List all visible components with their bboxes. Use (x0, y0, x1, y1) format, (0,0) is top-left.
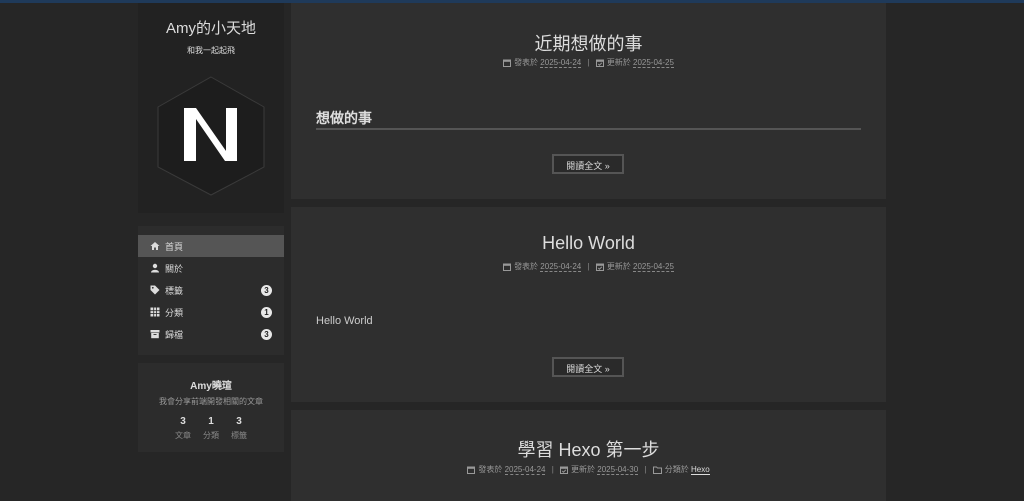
post-title[interactable]: 學習 Hexo 第一步 (291, 436, 886, 462)
tags-count-badge: 3 (261, 285, 272, 296)
posted-label: 發表於 (514, 262, 539, 271)
site-logo (154, 75, 268, 202)
posted-label: 發表於 (514, 58, 539, 67)
sidebar-item-archives[interactable]: 歸檔 3 (138, 323, 284, 345)
read-more-button[interactable]: 閱讀全文 » (552, 357, 624, 377)
post-excerpt: Hello World (316, 315, 373, 327)
author-card: Amy曉瑄 我會分享前端開發相關的文章 3 文章 1 分類 3 標籤 (138, 363, 284, 452)
calendar-icon (503, 59, 512, 67)
tags-icon (150, 285, 160, 295)
archives-count-badge: 3 (261, 329, 272, 340)
stat-label: 文章 (175, 431, 191, 440)
sidebar-item-home[interactable]: 首頁 (138, 235, 284, 257)
meta-separator: | (587, 58, 590, 67)
sidebar-item-label: 歸檔 (165, 329, 184, 340)
posted-date[interactable]: 2025-04-24 (540, 262, 582, 272)
user-icon (151, 263, 159, 273)
categories-count-badge: 1 (261, 307, 272, 318)
post-card: 學習 Hexo 第一步 發表於 2025-04-24 | 更新於 2025-04… (291, 410, 886, 501)
site-stats: 3 文章 1 分類 3 標籤 (138, 416, 284, 441)
post-card: 近期想做的事 發表於 2025-04-24 | 更新於 2025-04-25 想… (291, 3, 886, 199)
archive-icon (150, 330, 160, 339)
site-subtitle: 和我一起起飛 (187, 46, 235, 55)
meta-separator: | (587, 262, 590, 271)
stat-number: 3 (180, 416, 186, 427)
read-more-button[interactable]: 閱讀全文 » (552, 154, 624, 174)
stat-posts[interactable]: 3 文章 (169, 416, 197, 441)
post-title[interactable]: Hello World (291, 233, 886, 254)
heading-divider (316, 128, 861, 130)
site-brand: Amy的小天地 和我一起起飛 (138, 3, 284, 213)
site-title[interactable]: Amy的小天地 (138, 17, 284, 38)
stat-categories[interactable]: 1 分類 (197, 416, 225, 441)
calendar-check-icon (595, 59, 604, 67)
post-meta: 發表於 2025-04-24 | 更新於 2025-04-25 (291, 57, 886, 68)
posted-label: 發表於 (478, 465, 503, 474)
home-icon (150, 242, 160, 250)
stat-tags[interactable]: 3 標籤 (225, 416, 253, 441)
stat-number: 1 (208, 416, 214, 427)
post-title[interactable]: 近期想做的事 (291, 30, 886, 56)
calendar-icon (467, 466, 476, 474)
sidebar-item-categories[interactable]: 分類 1 (138, 301, 284, 323)
sidebar-item-label: 標籤 (165, 285, 184, 296)
sidebar-item-tags[interactable]: 標籤 3 (138, 279, 284, 301)
calendar-check-icon (595, 263, 604, 271)
stat-number: 3 (236, 416, 242, 427)
author-name: Amy曉瑄 (190, 381, 232, 392)
updated-label: 更新於 (606, 262, 631, 271)
author-description: 我會分享前端開發相關的文章 (159, 397, 263, 406)
post-meta: 發表於 2025-04-24 | 更新於 2025-04-25 (291, 261, 886, 272)
category-label: 分類於 (664, 465, 689, 474)
category-link[interactable]: Hexo (690, 465, 710, 475)
folder-icon (652, 466, 662, 474)
updated-date[interactable]: 2025-04-30 (597, 465, 639, 475)
sidebar: Amy的小天地 和我一起起飛 首頁 關於 標籤 3 分類 1 歸檔 3 Amy曉… (138, 3, 284, 452)
updated-label: 更新於 (571, 465, 596, 474)
updated-date[interactable]: 2025-04-25 (633, 262, 674, 272)
posted-date[interactable]: 2025-04-24 (540, 58, 582, 68)
updated-date[interactable]: 2025-04-25 (633, 58, 674, 68)
stat-label: 標籤 (231, 431, 247, 440)
calendar-check-icon (560, 466, 569, 474)
sidebar-item-label: 關於 (165, 263, 184, 274)
stat-label: 分類 (203, 431, 219, 440)
updated-label: 更新於 (606, 58, 631, 67)
post-meta: 發表於 2025-04-24 | 更新於 2025-04-30 | 分類於 He… (291, 464, 886, 475)
meta-separator: | (551, 465, 554, 474)
meta-separator: | (644, 465, 647, 474)
sidebar-item-label: 分類 (165, 307, 184, 318)
post-section-heading: 想做的事 (316, 110, 372, 126)
th-icon (150, 307, 160, 317)
posted-date[interactable]: 2025-04-24 (504, 465, 546, 475)
post-card: Hello World 發表於 2025-04-24 | 更新於 2025-04… (291, 207, 886, 402)
sidebar-item-label: 首頁 (165, 241, 184, 252)
sidebar-menu: 首頁 關於 標籤 3 分類 1 歸檔 3 (138, 226, 284, 355)
calendar-icon (503, 263, 512, 271)
sidebar-item-about[interactable]: 關於 (138, 257, 284, 279)
